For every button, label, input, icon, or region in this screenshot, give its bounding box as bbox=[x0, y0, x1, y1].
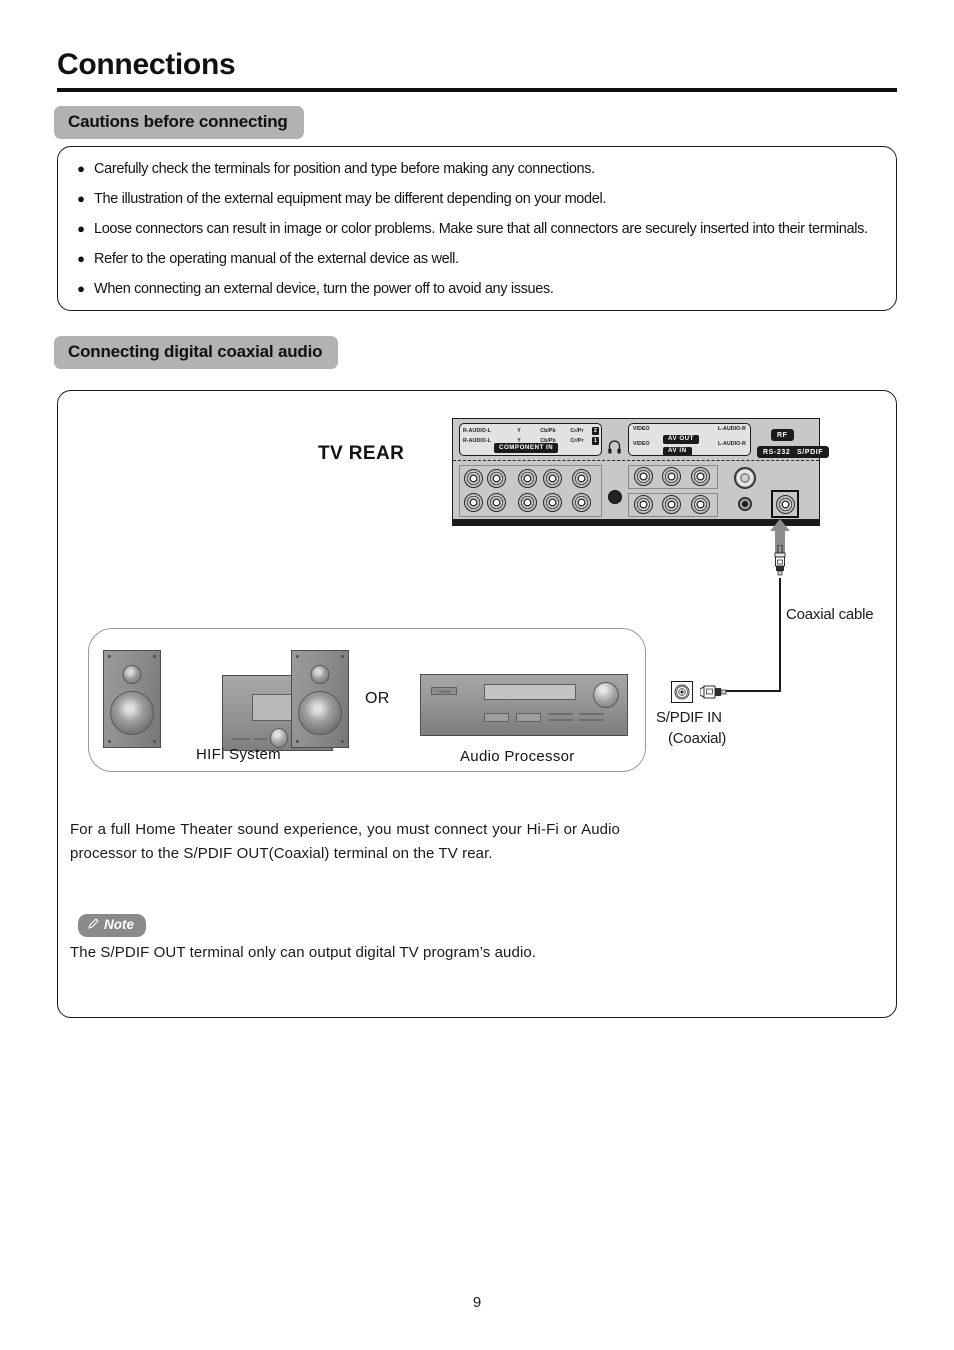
spdif-in-jack-box bbox=[671, 681, 693, 703]
list-item: Refer to the operating manual of the ext… bbox=[68, 249, 874, 269]
component-audio-label: R-AUDIO-L bbox=[463, 427, 491, 434]
av-in-tag: AV IN bbox=[663, 446, 692, 456]
rca-jack bbox=[464, 469, 483, 488]
list-item: Loose connectors can result in image or … bbox=[68, 219, 874, 239]
coaxial-plug-side-icon bbox=[699, 684, 730, 700]
list-item-text: Loose connectors can result in image or … bbox=[94, 221, 868, 237]
list-item-text: When connecting an external device, turn… bbox=[94, 281, 554, 297]
rca-jack bbox=[691, 495, 710, 514]
rca-jack bbox=[572, 469, 591, 488]
component-label-plate: R-AUDIO-L Y Cb/Pb Cr/Pr 2 R-AUDIO-L Y Cb… bbox=[459, 423, 602, 456]
component-jack-group bbox=[459, 465, 602, 517]
rf-tag: RF bbox=[771, 429, 794, 441]
bullet-icon bbox=[68, 249, 94, 268]
note-badge-label: Note bbox=[104, 917, 134, 932]
woofer-driver bbox=[298, 691, 342, 735]
tweeter-driver bbox=[310, 665, 330, 684]
speaker-left bbox=[103, 650, 161, 748]
list-item-text: The illustration of the external equipme… bbox=[94, 191, 607, 207]
rca-jack bbox=[543, 469, 562, 488]
component-in-tag: COMPONENT IN bbox=[494, 443, 559, 453]
component-input-number-1: 1 bbox=[592, 436, 599, 445]
av-out-audio-label: L-AUDIO-R bbox=[718, 426, 746, 432]
cautions-bullet-list: Carefully check the terminals for positi… bbox=[58, 147, 896, 309]
av-in-audio-label: L-AUDIO-R bbox=[718, 441, 746, 447]
av-out-jack-group bbox=[628, 465, 718, 489]
av-label-plate: VIDEO L-AUDIO-R AV OUT VIDEO L-AUDIO-R A… bbox=[628, 423, 751, 456]
list-item: When connecting an external device, turn… bbox=[68, 279, 874, 299]
rca-jack bbox=[518, 493, 537, 512]
rs232-jack bbox=[738, 497, 752, 511]
tv-rear-label: TV REAR bbox=[318, 443, 405, 464]
cautions-box: Carefully check the terminals for positi… bbox=[57, 146, 897, 311]
rca-jack bbox=[487, 469, 506, 488]
coaxial-cable-horizontal bbox=[726, 690, 781, 693]
audio-processor-unit: POWER bbox=[420, 674, 628, 736]
page-number: 9 bbox=[472, 1294, 482, 1311]
processor-display bbox=[484, 684, 576, 700]
panel-dashed-divider bbox=[453, 460, 819, 461]
manual-page: Connections Cautions before connecting C… bbox=[0, 0, 954, 1350]
tv-rear-panel: R-AUDIO-L Y Cb/Pb Cr/Pr 2 R-AUDIO-L Y Cb… bbox=[452, 418, 830, 526]
list-item: Carefully check the terminals for positi… bbox=[68, 159, 874, 179]
list-item-text: Refer to the operating manual of the ext… bbox=[94, 251, 459, 267]
rca-jack bbox=[662, 495, 681, 514]
title-divider bbox=[57, 88, 897, 92]
av-out-video-label: VIDEO bbox=[633, 426, 650, 432]
bullet-icon bbox=[68, 189, 94, 208]
rca-jack bbox=[691, 467, 710, 486]
component-cb-label: Cb/Pb bbox=[540, 427, 556, 434]
section-heading-coaxial: Connecting digital coaxial audio bbox=[54, 336, 339, 369]
spdif-jack-highlight bbox=[771, 490, 799, 518]
spdif-coaxial-sublabel: (Coaxial) bbox=[668, 730, 727, 747]
rca-jack bbox=[662, 467, 681, 486]
component-input-number-2: 2 bbox=[592, 426, 599, 435]
section-heading-cautions: Cautions before connecting bbox=[54, 106, 304, 139]
coaxial-cable-vertical bbox=[779, 578, 782, 692]
rca-jack bbox=[487, 493, 506, 512]
hifi-knob bbox=[270, 728, 288, 748]
page-title: Connections bbox=[57, 48, 236, 81]
coaxial-cable-label: Coaxial cable bbox=[786, 606, 874, 623]
av-in-video-label: VIDEO bbox=[633, 441, 650, 447]
rca-jack bbox=[543, 493, 562, 512]
audio-processor-caption: Audio Processor bbox=[460, 748, 575, 765]
component-cr-label: Cr/Pr bbox=[570, 437, 584, 444]
body-paragraph: For a full Home Theater sound experience… bbox=[70, 821, 620, 862]
list-item: The illustration of the external equipme… bbox=[68, 189, 874, 209]
note-badge: Note bbox=[78, 914, 146, 937]
headphone-jack bbox=[608, 490, 622, 504]
pencil-icon bbox=[87, 917, 100, 933]
rca-jack bbox=[518, 469, 537, 488]
rca-jack bbox=[634, 467, 653, 486]
bullet-icon bbox=[68, 219, 94, 238]
rca-jack bbox=[572, 493, 591, 512]
note-text: The S/PDIF OUT terminal only can output … bbox=[70, 944, 537, 961]
bullet-icon bbox=[68, 159, 94, 178]
rca-jack bbox=[634, 495, 653, 514]
hifi-caption: HIFi System bbox=[196, 746, 281, 763]
speaker-right bbox=[291, 650, 349, 748]
component-y-label: Y bbox=[517, 427, 521, 434]
headphone-icon bbox=[608, 439, 621, 454]
av-out-labels: VIDEO L-AUDIO-R bbox=[629, 426, 750, 432]
av-in-jack-group bbox=[628, 493, 718, 517]
rca-jack bbox=[464, 493, 483, 512]
component-cr-label: Cr/Pr bbox=[570, 427, 584, 434]
list-item-text: Carefully check the terminals for positi… bbox=[94, 161, 595, 177]
spdif-tag: S/PDIF bbox=[791, 446, 830, 458]
processor-power-button: POWER bbox=[431, 687, 457, 695]
spdif-coaxial-jack bbox=[776, 495, 795, 514]
spdif-in-jack bbox=[674, 684, 690, 700]
bullet-icon bbox=[68, 279, 94, 298]
tweeter-driver bbox=[122, 665, 142, 684]
rf-antenna-jack bbox=[734, 467, 756, 489]
spdif-in-label: S/PDIF IN bbox=[656, 709, 722, 726]
coaxial-plug-top-icon bbox=[772, 544, 788, 578]
woofer-driver bbox=[110, 691, 154, 735]
processor-knob bbox=[593, 682, 619, 708]
panel-bottom-bar bbox=[453, 519, 819, 525]
or-label: OR bbox=[365, 690, 390, 707]
